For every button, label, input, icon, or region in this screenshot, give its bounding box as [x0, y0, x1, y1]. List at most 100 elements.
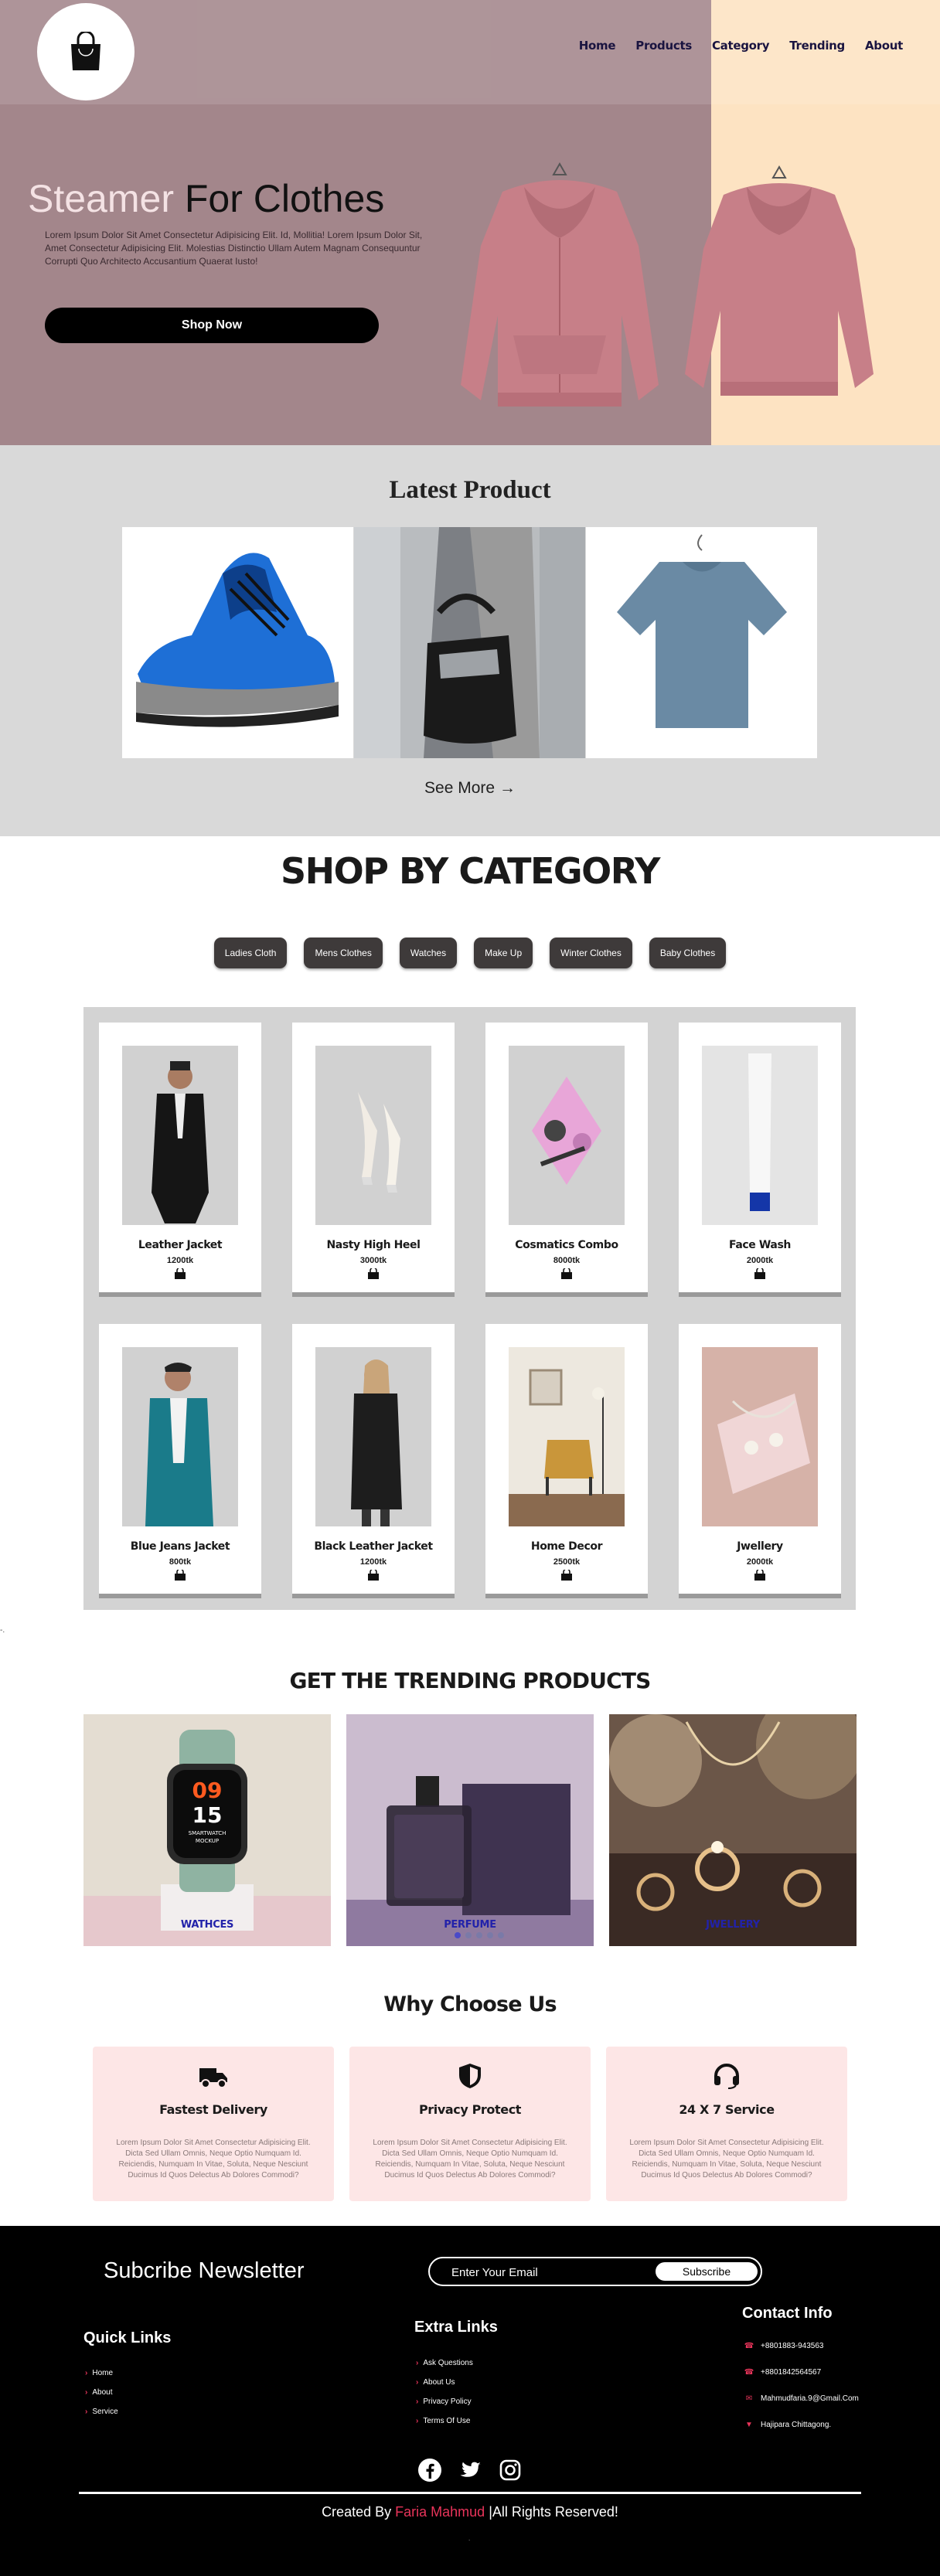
product-price: 2000tk	[746, 1256, 774, 1265]
cart-bag-icon[interactable]	[367, 1570, 380, 1581]
carousel-dot[interactable]	[476, 1932, 482, 1938]
latest-product-sneaker[interactable]	[122, 527, 353, 758]
product-image	[509, 1046, 625, 1225]
product-card[interactable]: Face Wash 2000tk	[679, 1023, 841, 1297]
contact-email[interactable]: ✉ Mahmudfaria.9@Gmail.Com	[744, 2394, 859, 2403]
product-name: Home Decor	[530, 1540, 603, 1553]
carousel-dot[interactable]	[465, 1932, 472, 1938]
product-card[interactable]: Cosmatics Combo 8000tk	[485, 1023, 648, 1297]
contact-phone-2[interactable]: ☎ +8801842564567	[744, 2368, 821, 2377]
cart-bag-icon[interactable]	[174, 1268, 186, 1279]
truck-icon	[199, 2068, 227, 2088]
pill-winter-clothes[interactable]: Winter Clothes	[550, 938, 632, 968]
logo[interactable]	[37, 3, 135, 100]
product-card[interactable]: Jwellery 2000tk	[679, 1324, 841, 1598]
carousel-dot[interactable]	[455, 1932, 461, 1938]
trending-jwellery-card[interactable]: JWELLERY	[609, 1714, 857, 1946]
latest-product-section: Latest Product See More →	[0, 445, 940, 836]
product-card[interactable]: Home Decor 2500tk	[485, 1324, 648, 1598]
newsletter-form: Subscribe	[428, 2257, 762, 2286]
see-more-label: See More	[424, 779, 496, 797]
product-name: Black Leather Jacket	[314, 1540, 433, 1553]
quick-link-about[interactable]: › About	[85, 2388, 112, 2397]
category-pills: Ladies Cloth Mens Clothes Watches Make U…	[0, 938, 940, 968]
quick-link-home[interactable]: › Home	[85, 2369, 113, 2377]
latest-product-handbag[interactable]	[354, 527, 585, 758]
product-card[interactable]: Black Leather Jacket 1200tk	[292, 1324, 455, 1598]
footer-mini-text: .	[468, 2535, 471, 2542]
watch-mock-line1: SMARTWATCH	[189, 1830, 226, 1836]
product-price: 8000tk	[553, 1256, 581, 1265]
extra-links-title: Extra Links	[414, 2319, 498, 2336]
mail-icon: ✉	[745, 2394, 753, 2403]
product-image	[122, 1046, 238, 1225]
pill-make-up[interactable]: Make Up	[474, 938, 533, 968]
headset-icon	[714, 2064, 739, 2089]
extra-link-privacy-policy[interactable]: › Privacy Policy	[416, 2397, 472, 2406]
twitter-icon[interactable]	[458, 2458, 482, 2482]
link-label: About Us	[423, 2378, 455, 2387]
contact-location[interactable]: ▼ Hajipara Chittagong.	[744, 2421, 831, 2429]
hero-title-rest: For Clothes	[184, 177, 385, 220]
hero-section: Home Products Category Trending About St…	[0, 0, 940, 445]
pill-ladies-cloth[interactable]: Ladies Cloth	[213, 938, 288, 968]
subscribe-button[interactable]: Subscribe	[656, 2262, 758, 2281]
chevron-right-icon: ›	[85, 2388, 88, 2397]
footer: Subcribe Newsletter Subscribe Quick Link…	[0, 2226, 940, 2576]
credit-author[interactable]: Faria Mahmud	[395, 2504, 485, 2520]
cart-bag-icon[interactable]	[174, 1570, 186, 1581]
product-image	[315, 1347, 431, 1526]
nav-trending[interactable]: Trending	[789, 39, 845, 53]
contact-phone-1[interactable]: ☎ +8801883-943563	[744, 2342, 824, 2350]
extra-link-about-us[interactable]: › About Us	[416, 2378, 455, 2387]
cart-bag-icon[interactable]	[560, 1570, 573, 1581]
pill-baby-clothes[interactable]: Baby Clothes	[649, 938, 727, 968]
pill-mens-clothes[interactable]: Mens Clothes	[304, 938, 383, 968]
trending-perfume-card[interactable]: PERFUME	[346, 1714, 594, 1946]
quick-link-service[interactable]: › Service	[85, 2408, 118, 2416]
instagram-icon[interactable]	[498, 2458, 523, 2482]
phone-icon: ☎	[744, 2368, 754, 2377]
chevron-right-icon: ›	[416, 2359, 419, 2367]
trending-label: WATHCES	[180, 1919, 234, 1931]
cart-bag-icon[interactable]	[560, 1268, 573, 1279]
pill-watches[interactable]: Watches	[399, 938, 458, 968]
extra-link-terms-of-use[interactable]: › Terms Of Use	[416, 2417, 470, 2425]
tshirt-image	[586, 527, 817, 758]
product-card[interactable]: Nasty High Heel 3000tk	[292, 1023, 455, 1297]
product-card[interactable]: Blue Jeans Jacket 800tk	[99, 1324, 261, 1598]
why-card-title: Fastest Delivery	[159, 2102, 267, 2117]
product-image	[702, 1046, 818, 1225]
nav-home[interactable]: Home	[579, 39, 616, 53]
cart-bag-icon[interactable]	[367, 1268, 380, 1279]
carousel-dot[interactable]	[498, 1932, 504, 1938]
carousel-dot[interactable]	[487, 1932, 493, 1938]
link-label: About	[92, 2388, 113, 2397]
carousel-dots	[455, 1932, 504, 1938]
extra-link-ask-questions[interactable]: › Ask Questions	[416, 2359, 473, 2367]
see-more-link[interactable]: See More →	[0, 779, 940, 798]
newsletter-email-input[interactable]	[451, 2265, 637, 2280]
hero-description: Lorem Ipsum Dolor Sit Amet Consectetur A…	[45, 230, 423, 267]
nav-products[interactable]: Products	[635, 39, 692, 53]
nav-category[interactable]: Category	[712, 39, 770, 53]
why-card-title: 24 X 7 Service	[679, 2102, 775, 2117]
main-nav: Home Products Category Trending About	[579, 39, 904, 53]
cart-bag-icon[interactable]	[754, 1570, 766, 1581]
category-title: SHOP BY CATEGORY	[281, 850, 661, 892]
location-icon: ▼	[745, 2421, 753, 2429]
product-price: 2000tk	[746, 1557, 774, 1567]
nav-about[interactable]: About	[865, 39, 903, 53]
shop-now-button[interactable]: Shop Now	[45, 308, 379, 343]
link-label: Privacy Policy	[423, 2397, 472, 2406]
hoodie-image-back	[685, 165, 874, 396]
trending-watches-card[interactable]: 09 15 SMARTWATCH MOCKUP WATHCES	[83, 1714, 331, 1946]
page: Home Products Category Trending About St…	[0, 0, 940, 2576]
product-name: Face Wash	[729, 1239, 791, 1251]
product-card[interactable]: Leather Jacket 1200tk	[99, 1023, 261, 1297]
chevron-right-icon: ›	[85, 2408, 88, 2416]
why-card-delivery: Fastest Delivery Lorem Ipsum Dolor Sit A…	[93, 2047, 334, 2201]
cart-bag-icon[interactable]	[754, 1268, 766, 1279]
facebook-icon[interactable]	[417, 2458, 442, 2482]
latest-product-tshirt[interactable]	[586, 527, 817, 758]
